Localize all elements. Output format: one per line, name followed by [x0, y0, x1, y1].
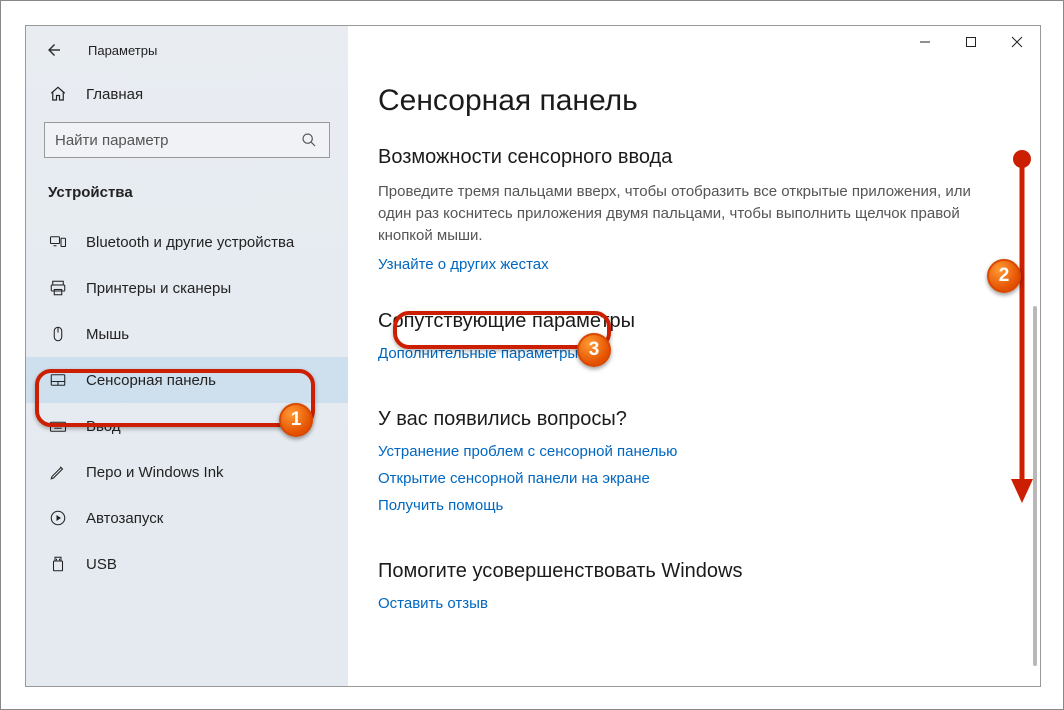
- nav-label: Перо и Windows Ink: [86, 464, 224, 481]
- section-questions-title: У вас появились вопросы?: [378, 408, 1010, 431]
- close-button[interactable]: [994, 26, 1040, 58]
- search-placeholder: Найти параметр: [55, 132, 169, 149]
- nav-label: Принтеры и сканеры: [86, 280, 231, 297]
- section-related-title: Сопутствующие параметры: [378, 310, 1010, 333]
- nav-pen[interactable]: Перо и Windows Ink: [26, 449, 348, 495]
- link-learn-gestures[interactable]: Узнайте о других жестах: [378, 256, 549, 273]
- nav-label: Сенсорная панель: [86, 372, 216, 389]
- nav-mouse[interactable]: Мышь: [26, 311, 348, 357]
- nav-label: Автозапуск: [86, 510, 163, 527]
- minimize-button[interactable]: [902, 26, 948, 58]
- maximize-button[interactable]: [948, 26, 994, 58]
- nav-label: Bluetooth и другие устройства: [86, 234, 294, 251]
- nav-label: Ввод: [86, 418, 121, 435]
- search-input[interactable]: Найти параметр: [44, 122, 330, 158]
- nav-usb[interactable]: USB: [26, 541, 348, 587]
- devices-icon: [48, 232, 68, 252]
- link-feedback[interactable]: Оставить отзыв: [378, 595, 1010, 612]
- autoplay-icon: [48, 508, 68, 528]
- link-troubleshoot[interactable]: Устранение проблем с сенсорной панелью: [378, 443, 1010, 460]
- nav-printers[interactable]: Принтеры и сканеры: [26, 265, 348, 311]
- link-get-help[interactable]: Получить помощь: [378, 497, 1010, 514]
- nav-label: Мышь: [86, 326, 129, 343]
- nav-touchpad[interactable]: Сенсорная панель: [26, 357, 348, 403]
- window-controls: [902, 26, 1040, 58]
- usb-icon: [48, 554, 68, 574]
- mouse-icon: [48, 324, 68, 344]
- link-additional-params[interactable]: Дополнительные параметры: [378, 345, 1010, 362]
- sidebar: Параметры Главная Найти параметр Устройс…: [26, 26, 348, 686]
- home-label: Главная: [86, 86, 143, 103]
- nav-bluetooth[interactable]: Bluetooth и другие устройства: [26, 219, 348, 265]
- nav-input[interactable]: Ввод: [26, 403, 348, 449]
- home-icon: [48, 84, 68, 104]
- pen-icon: [48, 462, 68, 482]
- touchpad-icon: [48, 370, 68, 390]
- section-touch-capabilities-title: Возможности сенсорного ввода: [378, 146, 1010, 169]
- search-icon: [299, 130, 319, 150]
- content-pane: Сенсорная панель Возможности сенсорного …: [348, 26, 1040, 686]
- printer-icon: [48, 278, 68, 298]
- scrollbar-thumb[interactable]: [1033, 306, 1037, 666]
- keyboard-icon: [48, 416, 68, 436]
- app-title: Параметры: [88, 43, 157, 58]
- section-touch-capabilities-body: Проведите тремя пальцами вверх, чтобы от…: [378, 181, 988, 246]
- link-open-touchpad[interactable]: Открытие сенсорной панели на экране: [378, 470, 1010, 487]
- sidebar-section-title: Устройства: [26, 158, 348, 219]
- back-button[interactable]: [44, 40, 64, 60]
- nav-home[interactable]: Главная: [26, 74, 348, 116]
- titlebar: Параметры: [26, 26, 348, 74]
- nav-label: USB: [86, 556, 117, 573]
- nav-autoplay[interactable]: Автозапуск: [26, 495, 348, 541]
- section-feedback-title: Помогите усовершенствовать Windows: [378, 560, 1010, 583]
- scrollbar[interactable]: [1032, 156, 1038, 676]
